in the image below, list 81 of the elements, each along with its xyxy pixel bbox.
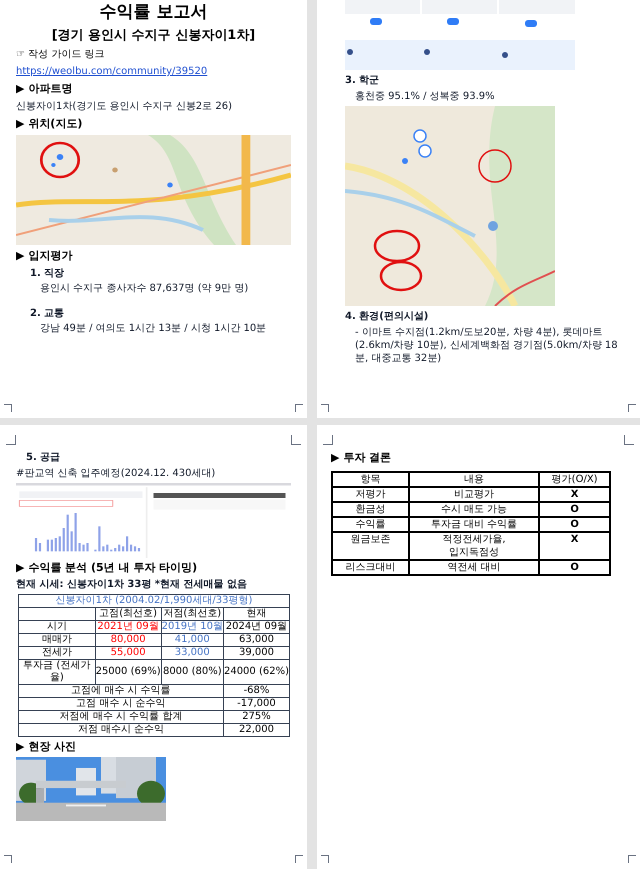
table-cell: O bbox=[539, 502, 610, 517]
item-text: 강남 49분 / 여의도 1시간 13분 / 시청 1시간 10분 bbox=[39, 322, 268, 335]
table-cell: 리스크대비 bbox=[332, 560, 409, 575]
price-note: 현재 시세: 신봉자이1차 33평 *현재 전세매물 없음 bbox=[16, 578, 248, 591]
crop-mark bbox=[4, 855, 12, 863]
table-header: 항목 bbox=[332, 472, 409, 487]
table-cell: O bbox=[539, 517, 610, 532]
table-cell: X bbox=[539, 532, 610, 560]
document-subtitle: [경기 용인시 수지구 신봉자이1차] bbox=[50, 27, 256, 44]
table-cell: 275% bbox=[223, 710, 290, 724]
table-header: 고점(최선호) bbox=[95, 608, 162, 620]
table-cell: 환금성 bbox=[332, 502, 409, 517]
item-title: 1. 직장 bbox=[30, 267, 66, 280]
section-heading: ▶ 현장 사진 bbox=[16, 740, 78, 754]
table-title: 신봉자이1차 (2004.02/1,990세대/33평형) bbox=[18, 594, 290, 608]
table-cell: 55,000 bbox=[95, 646, 162, 660]
crop-mark bbox=[628, 404, 636, 412]
item-title: 5. 공급 bbox=[25, 451, 62, 464]
table-header: 저점(최선호) bbox=[161, 608, 224, 620]
crop-mark bbox=[295, 404, 303, 412]
table-header: 내용 bbox=[408, 472, 540, 487]
crop-mark bbox=[4, 404, 12, 412]
table-cell: -68% bbox=[223, 684, 290, 698]
section-heading: ▶ 아파트명 bbox=[16, 82, 74, 96]
table-cell: 투자금 (전세가율) bbox=[18, 660, 96, 684]
crop-mark bbox=[295, 855, 303, 863]
table-cell: 고점 매수 시 순수익 bbox=[18, 698, 224, 710]
table-cell-text: 투자금 대비 수익률 bbox=[430, 518, 518, 531]
table-cell: 2019년 10월 bbox=[161, 620, 224, 634]
table-cell-text: 역전세 대비 bbox=[446, 561, 502, 574]
item-title: 4. 환경(편의시설) bbox=[345, 310, 430, 323]
crop-mark bbox=[323, 435, 333, 445]
table-cell: 2024년 09월 bbox=[223, 620, 290, 634]
table-cell: 2021년 09월 bbox=[95, 620, 162, 634]
item-text: #판교역 신축 입주예정(2024.12. 430세대) bbox=[16, 467, 216, 480]
crop-mark bbox=[321, 855, 329, 863]
section-heading: ▶ 입지평가 bbox=[16, 249, 74, 263]
table-cell: 22,000 bbox=[223, 724, 290, 736]
table-cell: 80,000 bbox=[95, 634, 162, 646]
table-cell: 저평가 bbox=[332, 487, 409, 502]
guide-label: ☞ 작성 가이드 링크 bbox=[16, 48, 105, 61]
table-cell: X bbox=[539, 487, 610, 502]
item-text: 용인시 수지구 종사자수 87,637명 (약 9만 명) bbox=[39, 282, 250, 295]
item-title: 3. 학군 bbox=[345, 74, 380, 87]
table-cell: 고점에 매수 시 수익률 bbox=[18, 684, 224, 698]
item-title: 2. 교통 bbox=[30, 307, 66, 320]
table-cell: 수익률 bbox=[332, 517, 409, 532]
table-cell: 매매가 bbox=[18, 634, 96, 646]
table-cell: -17,000 bbox=[223, 698, 290, 710]
table-cell: 저점에 매수 시 수익률 합계 bbox=[18, 710, 224, 724]
table-cell: 시기 bbox=[18, 620, 96, 634]
crop-mark bbox=[6, 435, 16, 445]
crop-mark bbox=[628, 855, 636, 863]
table-cell: 24000 (62%) bbox=[223, 660, 290, 684]
table-cell: 원금보존 bbox=[332, 532, 409, 560]
table-cell-text: 입지독점성 bbox=[448, 546, 500, 559]
document-title: 수익률 보고서 bbox=[98, 2, 208, 23]
table-cell: O bbox=[539, 560, 610, 575]
crop-mark bbox=[291, 435, 301, 445]
table-cell-text: 적정전세가율, bbox=[441, 533, 507, 546]
table-cell: 41,000 bbox=[161, 634, 224, 646]
table-header: 평가(O/X) bbox=[539, 472, 610, 487]
section-heading: ▶ 투자 결론 bbox=[331, 451, 392, 465]
table-cell: 63,000 bbox=[223, 634, 290, 646]
table-cell: 25000 (69%) bbox=[95, 660, 162, 684]
item-text: - 이마트 수지점(1.2km/도보20분, 차량 4분), 롯데마트(2.6km/차량 10분), 신세계백화점 경기점(5.0km/차량 18분, 대중교통 32분) bbox=[354, 326, 619, 365]
item-text: 홍천중 95.1% / 성복중 93.9% bbox=[354, 90, 496, 103]
crop-mark bbox=[624, 435, 634, 445]
table-cell: 33,000 bbox=[161, 646, 224, 660]
table-cell: 39,000 bbox=[223, 646, 290, 660]
table-cell-text: 수시 매도 가능 bbox=[440, 503, 508, 516]
table-cell-text: 비교평가 bbox=[453, 488, 496, 501]
section-heading: ▶ 수익률 분석 (5년 내 투자 타이밍) bbox=[16, 561, 198, 575]
table-cell: 전세가 bbox=[18, 646, 96, 660]
table-cell: 저점 매수시 순수익 bbox=[18, 724, 224, 736]
apartment-address: 신봉자이1차(경기도 용인시 수지구 신봉2로 26) bbox=[16, 100, 233, 113]
section-heading: ▶ 위치(지도) bbox=[16, 117, 84, 131]
table-cell: 8000 (80%) bbox=[161, 660, 224, 684]
table-header: 현재 bbox=[223, 608, 290, 620]
crop-mark bbox=[321, 404, 329, 412]
guide-link[interactable]: https://weolbu.com/community/39520 bbox=[16, 65, 208, 78]
